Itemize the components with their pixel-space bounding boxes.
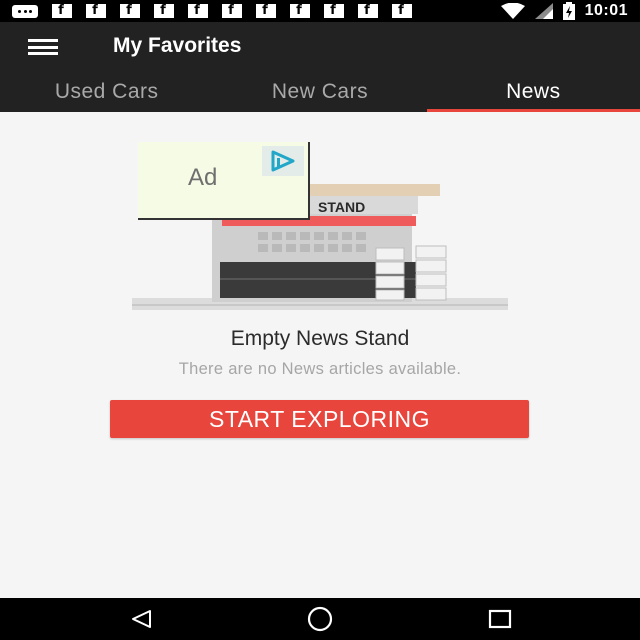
empty-state-title: Empty News Stand xyxy=(230,327,410,350)
facebook-icon: f xyxy=(188,4,208,18)
facebook-icon: f xyxy=(86,4,106,18)
facebook-icon: f xyxy=(358,4,378,18)
facebook-icon: f xyxy=(52,4,72,18)
clock: 10:01 xyxy=(584,2,628,19)
start-exploring-button[interactable]: START EXPLORING xyxy=(110,400,529,438)
empty-news-content: STAND Ad Empty News Stand There are no N… xyxy=(0,112,640,598)
empty-state-subtitle: There are no News articles available. xyxy=(178,360,462,378)
tab-used-cars[interactable]: Used Cars xyxy=(0,72,213,112)
ad-banner[interactable]: Ad xyxy=(138,142,310,220)
facebook-icon: f xyxy=(256,4,276,18)
hamburger-menu-icon[interactable] xyxy=(28,39,60,55)
notification-icons: f f f f f f f f f f f xyxy=(12,4,412,18)
home-icon[interactable] xyxy=(307,606,333,632)
system-icons: 10:01 xyxy=(500,2,628,20)
back-icon[interactable] xyxy=(128,606,154,632)
screen: f f f f f f f f f f f 10:01 My Favorites… xyxy=(0,0,640,640)
wifi-icon xyxy=(500,3,525,19)
facebook-icon: f xyxy=(154,4,174,18)
facebook-icon: f xyxy=(222,4,242,18)
facebook-icon: f xyxy=(120,4,140,18)
tab-new-cars[interactable]: New Cars xyxy=(213,72,426,112)
battery-charging-icon xyxy=(562,2,575,20)
tab-news[interactable]: News xyxy=(426,72,640,112)
app-bar: My Favorites xyxy=(0,22,640,72)
ad-label: Ad xyxy=(188,164,218,191)
stand-sign: STAND xyxy=(318,199,366,215)
facebook-icon: f xyxy=(290,4,310,18)
cell-signal-icon xyxy=(534,3,553,19)
ad-choices-icon[interactable] xyxy=(262,146,304,176)
status-bar: f f f f f f f f f f f 10:01 xyxy=(0,0,640,22)
tab-bar: Used Cars New Cars News xyxy=(0,72,640,112)
facebook-icon: f xyxy=(392,4,412,18)
message-icon xyxy=(12,4,38,18)
recents-icon[interactable] xyxy=(487,606,513,632)
facebook-icon: f xyxy=(324,4,344,18)
system-navigation-bar xyxy=(0,598,640,640)
page-title: My Favorites xyxy=(113,34,242,57)
